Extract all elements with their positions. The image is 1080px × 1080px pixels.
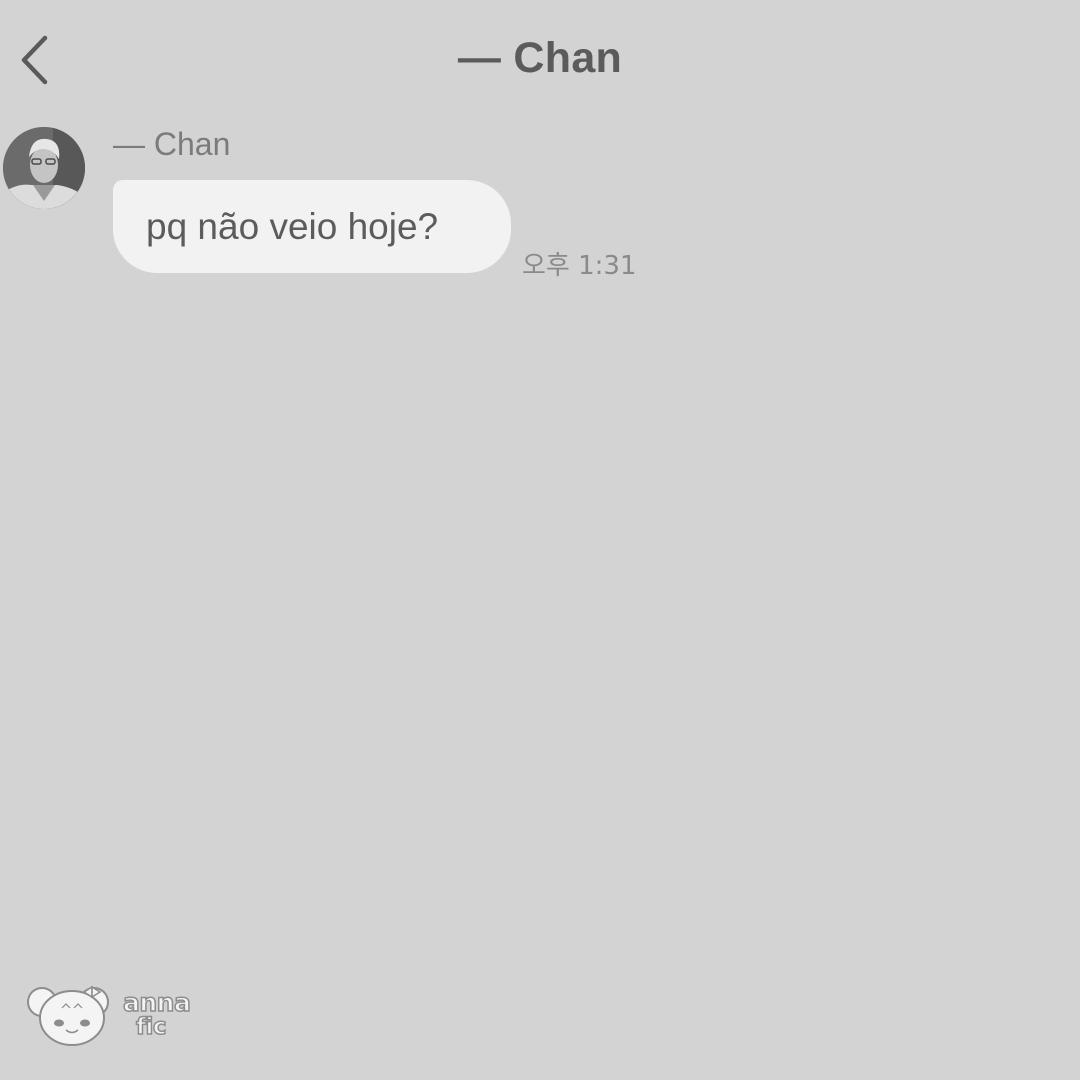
message-text: pq não veio hoje? [146, 205, 439, 247]
avatar[interactable] [3, 127, 85, 209]
sender-name: — Chan [113, 126, 231, 162]
watermark-text-secondary: fic [135, 1013, 167, 1041]
message-bubble[interactable]: pq não veio hoje? [113, 180, 511, 273]
watermark-text: anna [122, 987, 191, 1018]
chat-title: — Chan [457, 34, 623, 82]
message-timestamp: 오후 1:31 [522, 251, 637, 281]
